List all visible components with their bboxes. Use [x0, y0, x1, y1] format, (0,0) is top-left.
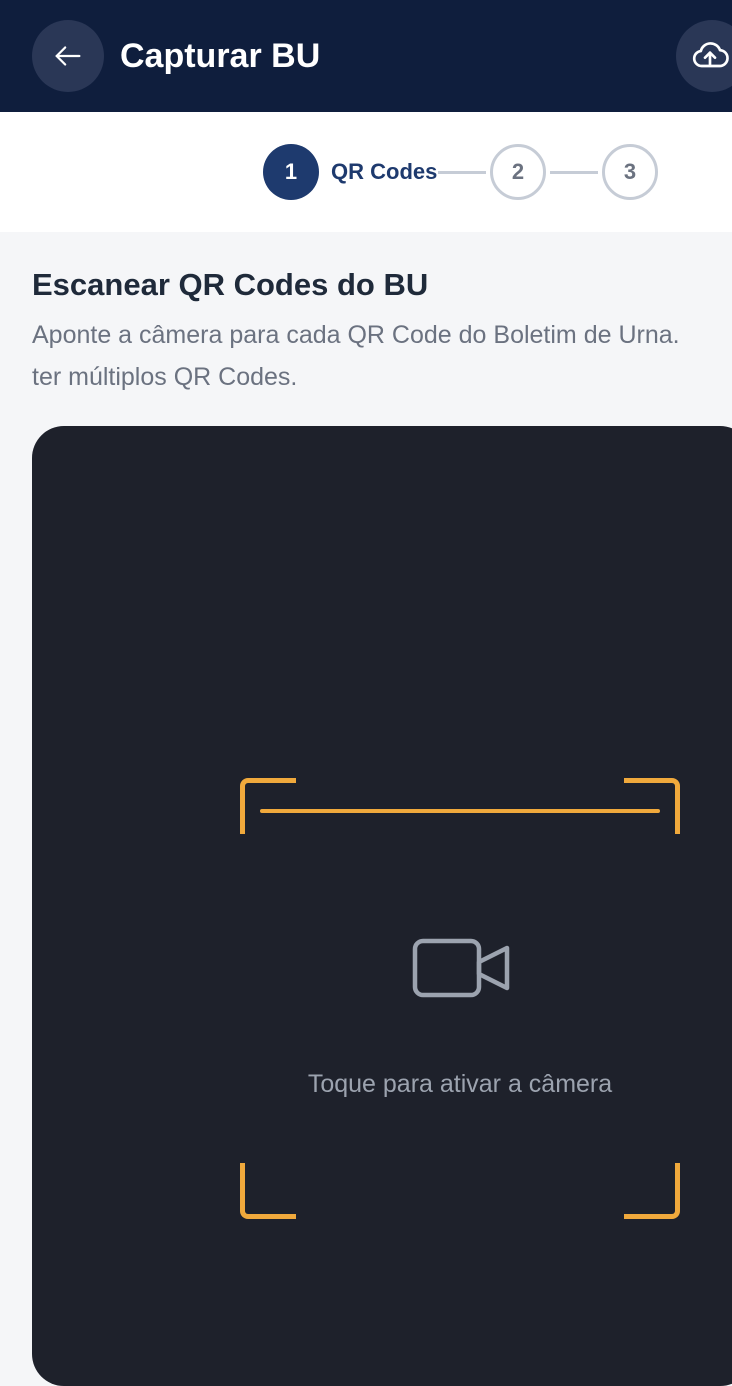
- description-line-2: ter múltiplos QR Codes.: [32, 363, 298, 391]
- video-camera-icon: [412, 936, 512, 1005]
- scanner-line: [260, 809, 660, 813]
- step-connector-2: [550, 171, 598, 174]
- camera-activate-prompt: Toque para ativar a câmera: [307, 1070, 613, 1098]
- scanner-corner-top-left: [240, 778, 296, 834]
- step-1-indicator: 1: [263, 144, 319, 200]
- step-2-indicator: 2: [490, 144, 546, 200]
- page-title: Capturar BU: [120, 37, 321, 75]
- section-title: Escanear QR Codes do BU: [32, 267, 429, 302]
- scanner-corner-bottom-left: [240, 1163, 296, 1219]
- scanner-corner-bottom-right: [624, 1163, 680, 1219]
- back-button[interactable]: [32, 20, 104, 92]
- step-3-indicator: 3: [602, 144, 658, 200]
- section-description: Aponte a câmera para cada QR Code do Bol…: [32, 314, 732, 398]
- progress-stepper: 1 QR Codes 2 3: [0, 112, 732, 232]
- arrow-left-icon: [55, 46, 81, 66]
- step-1-label: QR Codes: [331, 159, 438, 184]
- description-line-1: Aponte a câmera para cada QR Code do Bol…: [32, 321, 680, 349]
- scanner-corner-top-right: [624, 778, 680, 834]
- app-header: Capturar BU: [0, 0, 732, 112]
- step-connector-1: [438, 171, 486, 174]
- upload-button[interactable]: [676, 20, 732, 92]
- cloud-upload-icon: [692, 42, 729, 68]
- camera-viewport[interactable]: Toque para ativar a câmera: [32, 426, 732, 1386]
